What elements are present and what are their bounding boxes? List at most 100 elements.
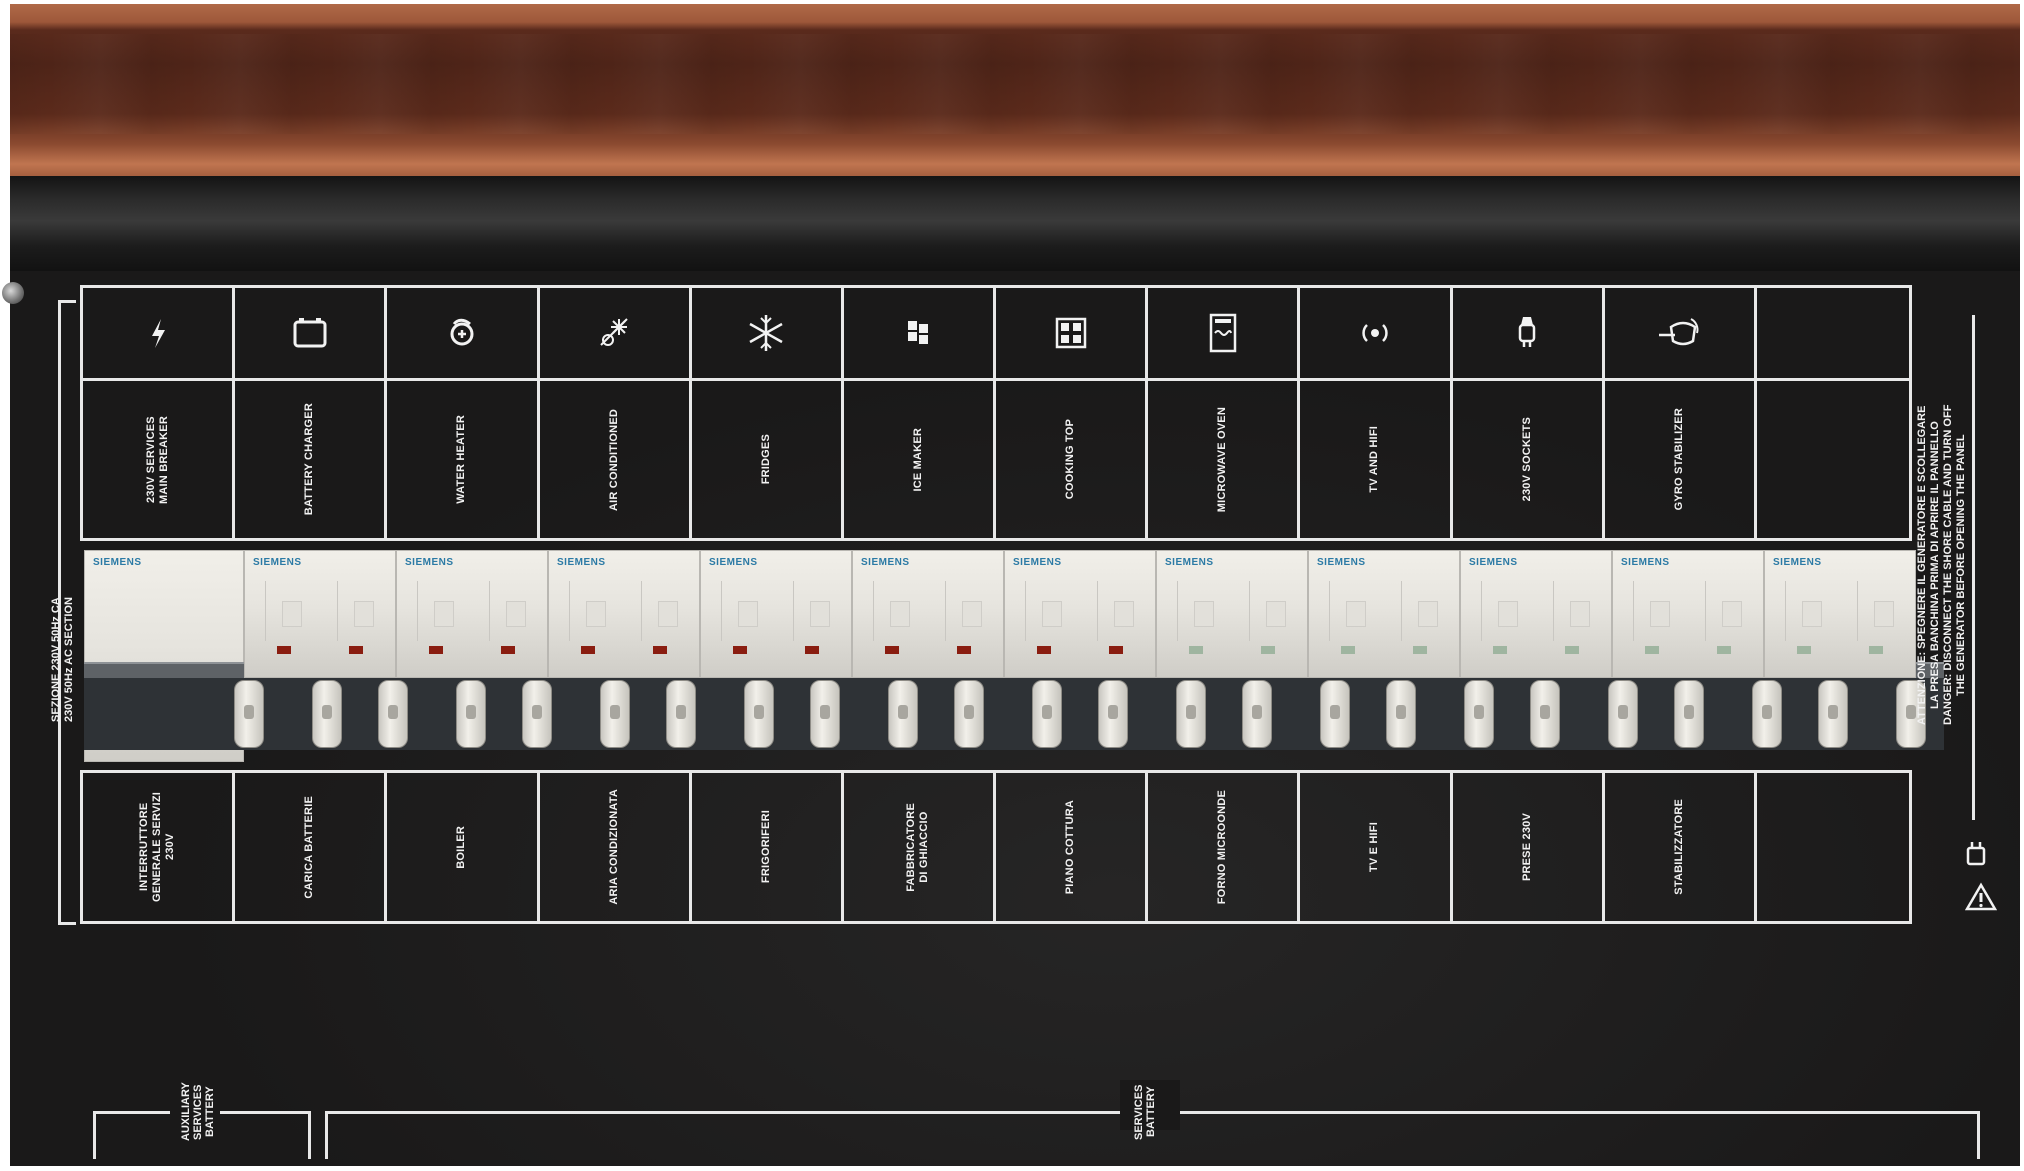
icon-cell xyxy=(843,288,996,381)
label-cell-it: INTERRUTTORE GENERALE SERVIZI 230V xyxy=(83,773,236,921)
breaker-brand: SIEMENS xyxy=(405,557,454,568)
breaker-pole-mark xyxy=(586,601,606,627)
breaker-pole-mark xyxy=(962,601,982,627)
panel-screw xyxy=(2,282,24,304)
breaker-brand: SIEMENS xyxy=(1165,557,1214,568)
breaker-pole-mark xyxy=(1498,601,1518,627)
section-label-230v: SEZIONE 230V 50Hz CA 230V 50Hz AC SECTIO… xyxy=(50,597,75,723)
breaker-brand: SIEMENS xyxy=(1469,557,1518,568)
breaker-lever[interactable] xyxy=(1176,680,1206,748)
breaker-pole xyxy=(721,581,774,641)
auxiliary-services-battery-label: AUXILIARY SERVICES BATTERY xyxy=(180,1082,216,1142)
breaker-pole-mark xyxy=(506,601,526,627)
breaker-brand: SIEMENS xyxy=(709,557,758,568)
circuit-label-it: PIANO COTTURA xyxy=(1064,799,1077,895)
lightning-icon xyxy=(130,305,186,361)
circuit-breaker[interactable]: SIEMENS xyxy=(1612,550,1764,678)
label-cell-it: CARICA BATTERIE xyxy=(235,773,388,921)
breaker-lever[interactable] xyxy=(312,680,342,748)
breaker-lever[interactable] xyxy=(1098,680,1128,748)
breaker-pole xyxy=(417,581,470,641)
icon-cell xyxy=(387,288,540,381)
circuit-label-it: CARICA BATTERIE xyxy=(303,795,316,899)
breaker-lever[interactable] xyxy=(744,680,774,748)
circuit-label-it: FABBRICATORE DI GHIACCIO xyxy=(905,802,931,892)
circuit-label-en: WATER HEATER xyxy=(455,415,468,504)
circuit-label-it: INTERRUTTORE GENERALE SERVIZI 230V xyxy=(138,792,177,902)
breaker-pole-mark xyxy=(434,601,454,627)
trip-indicator xyxy=(1341,646,1355,654)
icon-cell xyxy=(1604,288,1757,381)
breaker-lever[interactable] xyxy=(1818,680,1848,748)
label-cell-en: FRIDGES xyxy=(692,381,844,538)
circuit-label-en: AIR CONDITIONED xyxy=(607,408,620,511)
trip-indicator xyxy=(1645,646,1659,654)
lever-band xyxy=(84,678,1944,750)
circuit-breaker[interactable]: SIEMENS xyxy=(1004,550,1156,678)
breaker-lever[interactable] xyxy=(810,680,840,748)
breaker-pole-mark xyxy=(1802,601,1822,627)
services-battery-label: SERVICES BATTERY xyxy=(1133,1084,1157,1140)
breaker-pole xyxy=(793,581,846,641)
circuit-breaker[interactable]: SIEMENS xyxy=(700,550,852,678)
trip-indicator xyxy=(277,646,291,654)
trip-indicator xyxy=(349,646,363,654)
breaker-pole-mark xyxy=(282,601,302,627)
trip-indicator xyxy=(429,646,443,654)
label-cell-it-empty xyxy=(1757,773,1909,921)
breaker-lever[interactable] xyxy=(1530,680,1560,748)
breaker-pole-mark xyxy=(1266,601,1286,627)
breaker-pole-mark xyxy=(354,601,374,627)
breaker-lever[interactable] xyxy=(954,680,984,748)
label-cell-en-empty xyxy=(1757,381,1909,538)
circuit-breaker[interactable]: SIEMENS xyxy=(244,550,396,678)
label-cell-en: GYRO STABILIZER xyxy=(1605,381,1757,538)
air-conditioner-icon xyxy=(586,305,642,361)
breaker-lever[interactable] xyxy=(600,680,630,748)
breaker-pole xyxy=(1481,581,1534,641)
trip-indicator xyxy=(1189,646,1203,654)
breaker-pole xyxy=(1705,581,1758,641)
breaker-rail: SIEMENSI-OFF SIEMENSSIEMENSSIEMENSSIEMEN… xyxy=(84,550,1944,762)
breaker-lever[interactable] xyxy=(666,680,696,748)
breaker-lever[interactable] xyxy=(522,680,552,748)
label-cell-it: TV E HIFI xyxy=(1300,773,1453,921)
circuit-breaker[interactable]: SIEMENS xyxy=(396,550,548,678)
breaker-lever[interactable] xyxy=(1032,680,1062,748)
breaker-lever[interactable] xyxy=(378,680,408,748)
circuit-breaker[interactable]: SIEMENS xyxy=(1156,550,1308,678)
breaker-lever[interactable] xyxy=(456,680,486,748)
warning-triangle-icon xyxy=(1964,882,1998,917)
breaker-lever[interactable] xyxy=(1242,680,1272,748)
snowflake-icon xyxy=(738,305,794,361)
breaker-brand: SIEMENS xyxy=(93,557,142,568)
breaker-pole xyxy=(1097,581,1150,641)
breaker-lever[interactable] xyxy=(1386,680,1416,748)
circuit-breaker[interactable]: SIEMENS xyxy=(1764,550,1916,678)
icon-cell xyxy=(691,288,844,381)
breaker-lever[interactable] xyxy=(888,680,918,748)
circuit-label-it: TV E HIFI xyxy=(1368,821,1381,873)
circuit-breaker[interactable]: SIEMENS xyxy=(1460,550,1612,678)
breaker-brand: SIEMENS xyxy=(1621,557,1670,568)
trip-indicator xyxy=(1869,646,1883,654)
breaker-pole xyxy=(489,581,542,641)
breaker-lever[interactable] xyxy=(1464,680,1494,748)
breaker-pole xyxy=(337,581,390,641)
breaker-lever[interactable] xyxy=(1752,680,1782,748)
label-cell-en: TV AND HIFI xyxy=(1300,381,1453,538)
breaker-pole-mark xyxy=(1650,601,1670,627)
breaker-lever[interactable] xyxy=(1608,680,1638,748)
circuit-breaker[interactable]: SIEMENS xyxy=(548,550,700,678)
breaker-pole xyxy=(569,581,622,641)
circuit-breaker[interactable]: SIEMENS xyxy=(1308,550,1460,678)
wood-trim xyxy=(10,4,2020,176)
panel-hinge xyxy=(10,176,2020,271)
circuit-breaker[interactable]: SIEMENS xyxy=(852,550,1004,678)
trip-indicator xyxy=(653,646,667,654)
breaker-lever[interactable] xyxy=(234,680,264,748)
breaker-lever[interactable] xyxy=(1320,680,1350,748)
circuit-label-en: COOKING TOP xyxy=(1064,419,1077,500)
icon-cell xyxy=(1300,288,1453,381)
breaker-lever[interactable] xyxy=(1674,680,1704,748)
